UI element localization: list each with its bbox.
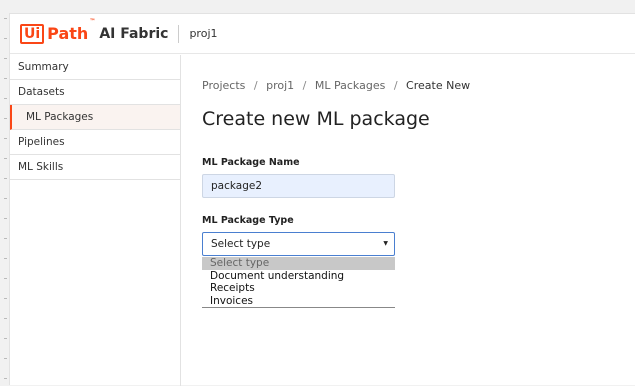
breadcrumb-create-new: Create New: [406, 79, 471, 92]
uipath-logo[interactable]: Ui Path™ AI Fabric: [20, 18, 169, 44]
package-type-label: ML Package Type: [202, 215, 294, 226]
gutter-tick: [4, 358, 7, 359]
breadcrumb: Projects / proj1 / ML Packages / Create …: [202, 79, 470, 92]
gutter-tick: [4, 178, 7, 179]
gutter-tick: [4, 78, 7, 79]
page-title: Create new ML package: [202, 108, 430, 130]
gutter-tick: [4, 98, 7, 99]
breadcrumb-projects[interactable]: Projects: [202, 79, 245, 92]
package-type-select[interactable]: Select type ▼: [202, 232, 395, 256]
gutter-tick: [4, 378, 7, 379]
logo-trademark: ™: [89, 18, 96, 25]
logo-path-text: Path™: [47, 18, 96, 43]
gutter-tick: [4, 138, 7, 139]
breadcrumb-proj1[interactable]: proj1: [266, 79, 294, 92]
gutter-tick: [4, 278, 7, 279]
package-name-label: ML Package Name: [202, 157, 300, 168]
gutter-tick: [4, 198, 7, 199]
app-header: Ui Path™ AI Fabric proj1: [10, 14, 635, 54]
sidebar: Summary Datasets ML Packages Pipelines M…: [10, 55, 181, 386]
breadcrumb-separator: /: [253, 79, 258, 92]
gutter-tick: [4, 218, 7, 219]
breadcrumb-separator: /: [302, 79, 307, 92]
logo-ui-box: Ui: [20, 23, 45, 44]
gutter-tick: [4, 38, 7, 39]
breadcrumb-ml-packages[interactable]: ML Packages: [315, 79, 385, 92]
gutter-tick: [4, 118, 7, 119]
current-project-name[interactable]: proj1: [189, 27, 217, 40]
gutter-tick: [4, 318, 7, 319]
package-name-input[interactable]: [202, 174, 395, 198]
main-content: Projects / proj1 / ML Packages / Create …: [202, 55, 635, 386]
dropdown-arrow-icon: ▼: [383, 240, 388, 247]
window-left-gutter: [0, 0, 9, 385]
option-invoices[interactable]: Invoices: [202, 295, 395, 308]
breadcrumb-separator: /: [393, 79, 398, 92]
package-type-selected-value: Select type: [211, 238, 271, 250]
gutter-tick: [4, 338, 7, 339]
gutter-tick: [4, 158, 7, 159]
option-document-understanding[interactable]: Document understanding: [202, 270, 395, 283]
sidebar-item-summary[interactable]: Summary: [10, 55, 180, 80]
option-select-type[interactable]: Select type: [202, 257, 395, 270]
sidebar-item-datasets[interactable]: Datasets: [10, 80, 180, 105]
sidebar-item-pipelines[interactable]: Pipelines: [10, 130, 180, 155]
gutter-tick: [4, 258, 7, 259]
gutter-tick: [4, 18, 7, 19]
gutter-tick: [4, 238, 7, 239]
gutter-tick: [4, 298, 7, 299]
sidebar-item-ml-skills[interactable]: ML Skills: [10, 155, 180, 180]
header-divider: [178, 24, 180, 43]
gutter-tick: [4, 58, 7, 59]
logo-product-name: AI Fabric: [99, 25, 169, 42]
package-type-options-list: Select type Document understanding Recei…: [202, 257, 395, 308]
option-receipts[interactable]: Receipts: [202, 282, 395, 295]
sidebar-item-ml-packages[interactable]: ML Packages: [10, 105, 180, 130]
app-window: Ui Path™ AI Fabric proj1 Summary Dataset…: [9, 13, 635, 386]
